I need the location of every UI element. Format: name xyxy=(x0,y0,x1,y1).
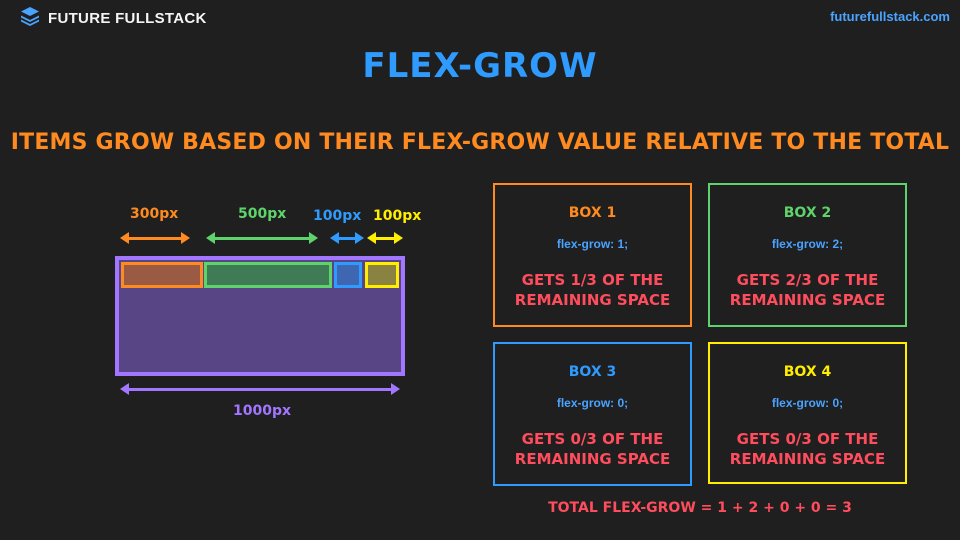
flex-item-2 xyxy=(204,262,332,288)
box-1-property: flex-grow: 1; xyxy=(556,237,629,251)
page-title: FLEX-GROW xyxy=(362,46,598,86)
box-2-title: BOX 2 xyxy=(783,205,832,221)
item-3-width-label: 100px xyxy=(313,208,362,224)
layers-stack-icon xyxy=(20,6,40,30)
subtitle: ITEMS GROW BASED ON THEIR FLEX-GROW VALU… xyxy=(10,130,950,155)
flex-item-3 xyxy=(334,262,362,288)
box-2-description: GETS 2/3 OF THE REMAINING SPACE xyxy=(720,270,895,310)
item-1-width-label: 300px xyxy=(130,206,179,222)
box-3-desc-line-1: GETS 0/3 OF THE xyxy=(521,430,664,448)
brand-name: FUTURE FULLSTACK xyxy=(48,9,207,27)
box-3-desc-line-2: REMAINING SPACE xyxy=(514,450,671,468)
container-width-label: 1000px xyxy=(233,403,292,419)
box-4-card: BOX 4 flex-grow: 0; GETS 0/3 OF THE REMA… xyxy=(708,342,907,484)
item-1-width-arrow xyxy=(120,232,190,244)
box-3-description: GETS 0/3 OF THE REMAINING SPACE xyxy=(505,429,680,469)
container-width-arrow xyxy=(120,383,400,395)
item-2-width-label: 500px xyxy=(238,206,287,222)
box-2-desc-line-2: REMAINING SPACE xyxy=(729,291,886,309)
box-4-description: GETS 0/3 OF THE REMAINING SPACE xyxy=(720,429,895,469)
box-1-desc-line-1: GETS 1/3 OF THE xyxy=(521,271,664,289)
box-3-property: flex-grow: 0; xyxy=(556,396,629,410)
box-2-card: BOX 2 flex-grow: 2; GETS 2/3 OF THE REMA… xyxy=(708,183,907,327)
site-link[interactable]: futurefullstack.com xyxy=(830,9,950,24)
item-2-width-arrow xyxy=(206,232,318,244)
item-3-width-arrow xyxy=(330,232,364,244)
box-1-card: BOX 1 flex-grow: 1; GETS 1/3 OF THE REMA… xyxy=(493,183,692,327)
item-4-width-label: 100px xyxy=(373,208,422,224)
box-1-title: BOX 1 xyxy=(568,205,617,221)
box-3-title: BOX 3 xyxy=(568,364,617,380)
brand: FUTURE FULLSTACK xyxy=(20,6,207,30)
box-4-desc-line-1: GETS 0/3 OF THE xyxy=(736,430,879,448)
box-4-title: BOX 4 xyxy=(783,364,832,380)
flex-item-1 xyxy=(121,262,203,288)
item-4-width-arrow xyxy=(367,232,403,244)
total-flex-grow: TOTAL FLEX-GROW = 1 + 2 + 0 + 0 = 3 xyxy=(548,500,852,516)
box-1-description: GETS 1/3 OF THE REMAINING SPACE xyxy=(505,270,680,310)
box-1-desc-line-2: REMAINING SPACE xyxy=(514,291,671,309)
box-4-desc-line-2: REMAINING SPACE xyxy=(729,450,886,468)
box-2-property: flex-grow: 2; xyxy=(771,237,844,251)
box-3-card: BOX 3 flex-grow: 0; GETS 0/3 OF THE REMA… xyxy=(493,342,692,486)
box-2-desc-line-1: GETS 2/3 OF THE xyxy=(736,271,879,289)
flex-item-4 xyxy=(365,262,399,288)
box-4-property: flex-grow: 0; xyxy=(771,396,844,410)
